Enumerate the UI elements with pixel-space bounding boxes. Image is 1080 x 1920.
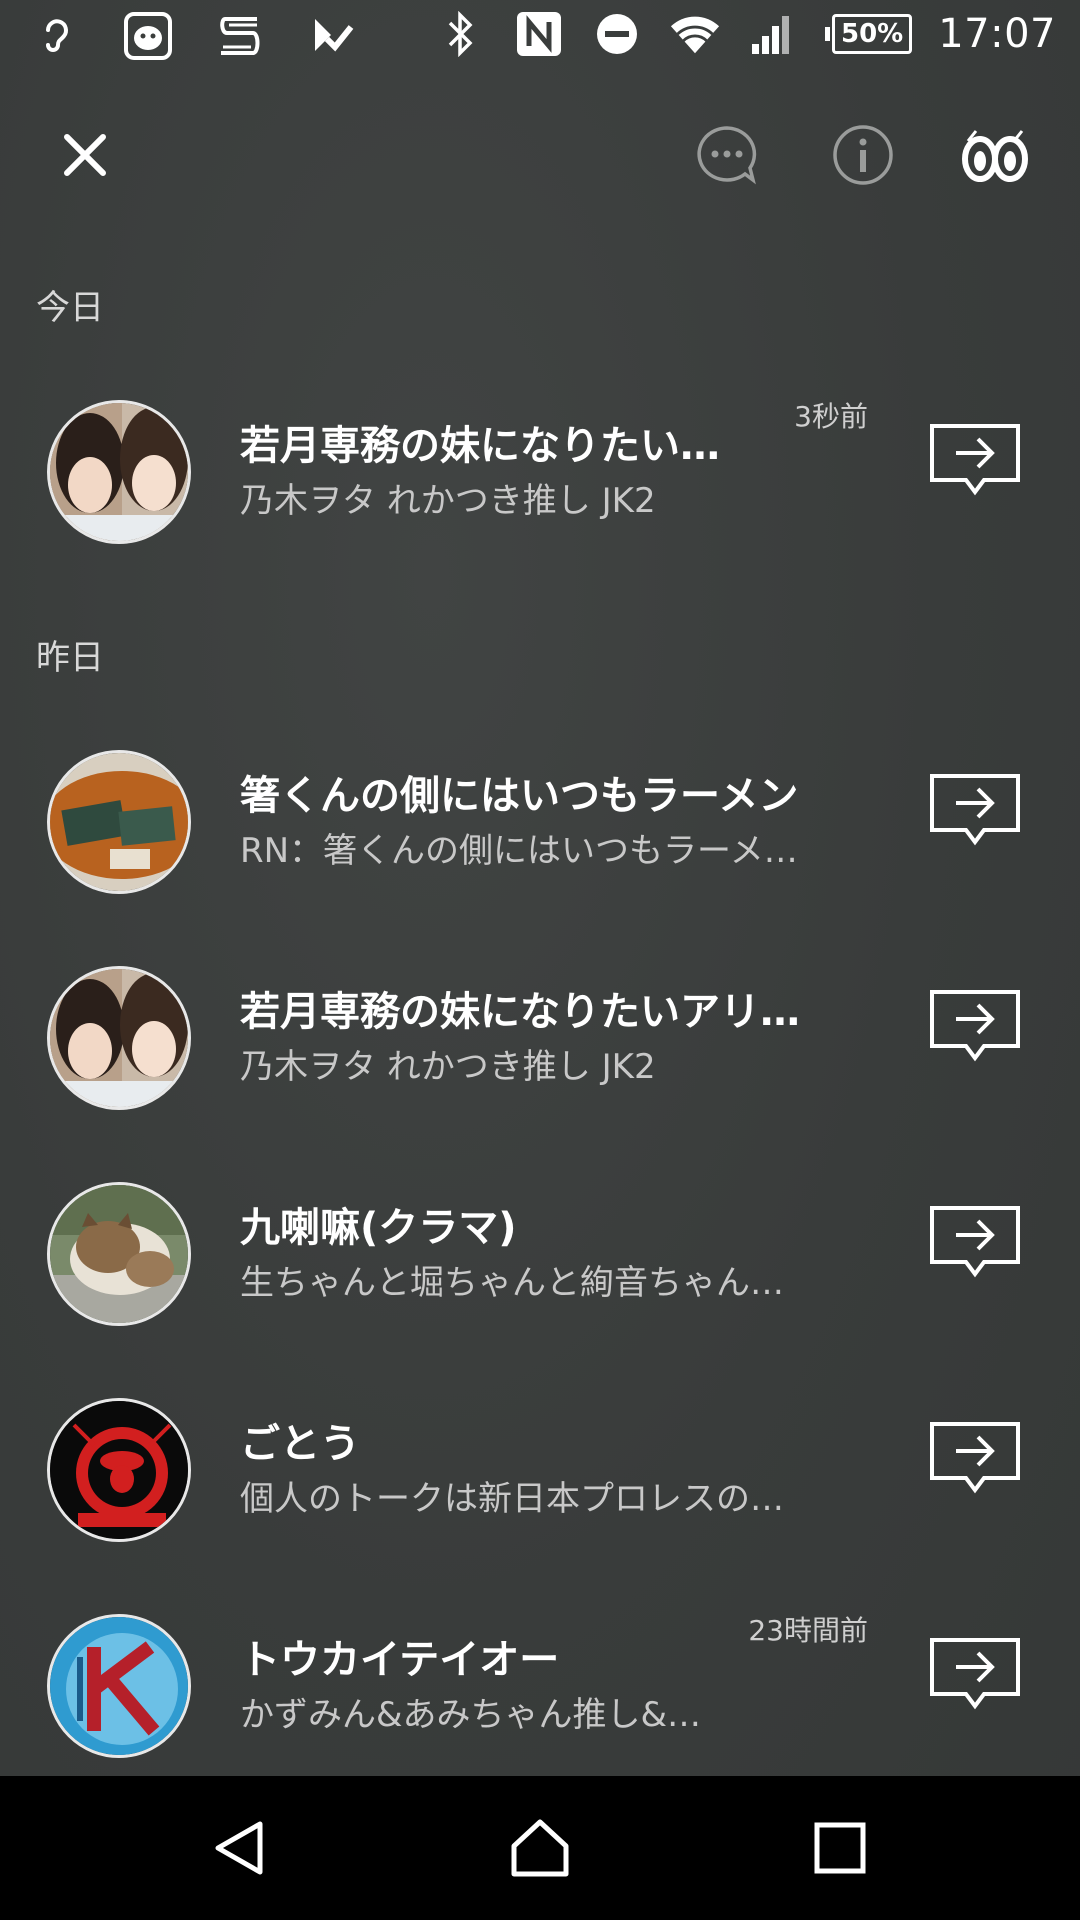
row-subtitle: RN：箸くんの側にはいつもラーメ… (240, 831, 798, 871)
share-arrow-icon (930, 1638, 1020, 1710)
row-time: 3秒前 (794, 400, 868, 433)
row-subtitle: 個人のトークは新日本プロレスの… (240, 1479, 784, 1519)
line-app-icon (122, 10, 174, 62)
share-button[interactable] (920, 1197, 1030, 1287)
dnd-icon (591, 8, 643, 60)
row-subtitle: かずみん&あみちゃん推し&… (240, 1695, 702, 1735)
s-app-icon (214, 10, 266, 62)
row-title: トウカイテイオー (240, 1637, 560, 1683)
navigation-bar (0, 1776, 1080, 1920)
row-title: 若月専務の妹になりたい… (240, 423, 720, 469)
chat-bubble-icon (697, 126, 757, 185)
share-arrow-icon (930, 1422, 1020, 1494)
list-item[interactable]: 若月専務の妹になりたいアリ… 乃木ヲタ れかつき推し JK2 (0, 939, 1080, 1119)
share-button[interactable] (920, 415, 1030, 505)
share-arrow-icon (930, 990, 1020, 1062)
wifi-icon (669, 8, 721, 60)
list-item[interactable]: ごとう 個人のトークは新日本プロレスの… (0, 1371, 1080, 1551)
row-subtitle: 乃木ヲタ れかつき推し JK2 (240, 481, 656, 521)
share-button[interactable] (920, 765, 1030, 855)
avatar (47, 750, 191, 894)
list-item[interactable]: 九喇嘛(クラマ) 生ちゃんと堀ちゃんと絢音ちゃん… (0, 1155, 1080, 1335)
recents-icon (814, 1822, 866, 1874)
tranquilo-logo (50, 1401, 188, 1539)
battery-level: 50% (831, 14, 913, 54)
bluetooth-icon (435, 8, 487, 60)
share-arrow-icon (930, 1206, 1020, 1278)
list-item[interactable]: トウカイテイオー かずみん&あみちゃん推し&… 23時間前 (0, 1587, 1080, 1767)
row-title: 若月専務の妹になりたいアリ… (240, 989, 800, 1035)
chat-button[interactable] (672, 100, 782, 210)
info-button[interactable] (808, 100, 918, 210)
section-yesterday: 昨日 (36, 638, 104, 678)
back-button[interactable] (190, 1798, 290, 1898)
battery-indicator: 50% (824, 14, 913, 54)
status-bar-left (30, 10, 358, 62)
row-subtitle: 乃木ヲタ れかつき推し JK2 (240, 1047, 656, 1087)
nfc-icon (513, 8, 565, 60)
row-title: 九喇嘛(クラマ) (240, 1205, 517, 1251)
eyes-icon (962, 130, 1028, 182)
list-item[interactable]: 若月専務の妹になりたい… 乃木ヲタ れかつき推し JK2 3秒前 (0, 373, 1080, 553)
screen: 50% 17:07 今日 若月専務の妹になりたい… 乃木ヲタ れかつき推し JK… (0, 0, 1080, 1920)
close-button[interactable] (30, 100, 140, 210)
cards-photo (50, 753, 188, 891)
row-title: 箸くんの側にはいつもラーメン (240, 773, 799, 819)
status-bar-right: 50% 17:07 (435, 8, 1056, 60)
row-subtitle: 生ちゃんと堀ちゃんと絢音ちゃん… (240, 1263, 784, 1303)
check-app-icon (306, 10, 358, 62)
avatar (47, 1182, 191, 1326)
section-today: 今日 (36, 288, 104, 328)
status-time: 17:07 (938, 11, 1056, 57)
avatar (47, 400, 191, 544)
share-button[interactable] (920, 981, 1030, 1071)
home-icon (511, 1819, 569, 1877)
home-button[interactable] (490, 1798, 590, 1898)
toolbar (0, 100, 1080, 210)
close-icon (64, 134, 106, 176)
avatar (47, 966, 191, 1110)
back-icon (215, 1821, 263, 1875)
eyes-button[interactable] (940, 100, 1050, 210)
row-time: 23時間前 (748, 1614, 868, 1647)
list-item[interactable]: 箸くんの側にはいつもラーメン RN：箸くんの側にはいつもラーメ… (0, 723, 1080, 903)
battery-tip (824, 27, 830, 41)
recents-button[interactable] (790, 1798, 890, 1898)
share-arrow-icon (930, 774, 1020, 846)
signal-icon (747, 8, 799, 60)
two-girls-photo (50, 403, 188, 541)
k-logo (50, 1617, 188, 1755)
status-bar: 50% 17:07 (0, 0, 1080, 72)
share-button[interactable] (920, 1629, 1030, 1719)
row-title: ごとう (240, 1421, 360, 1467)
info-icon (833, 125, 893, 185)
two-girls-photo (50, 969, 188, 1107)
hearing-icon (30, 10, 82, 62)
avatar (47, 1614, 191, 1758)
share-button[interactable] (920, 1413, 1030, 1503)
avatar (47, 1398, 191, 1542)
cat-photo (50, 1185, 188, 1323)
share-arrow-icon (930, 424, 1020, 496)
